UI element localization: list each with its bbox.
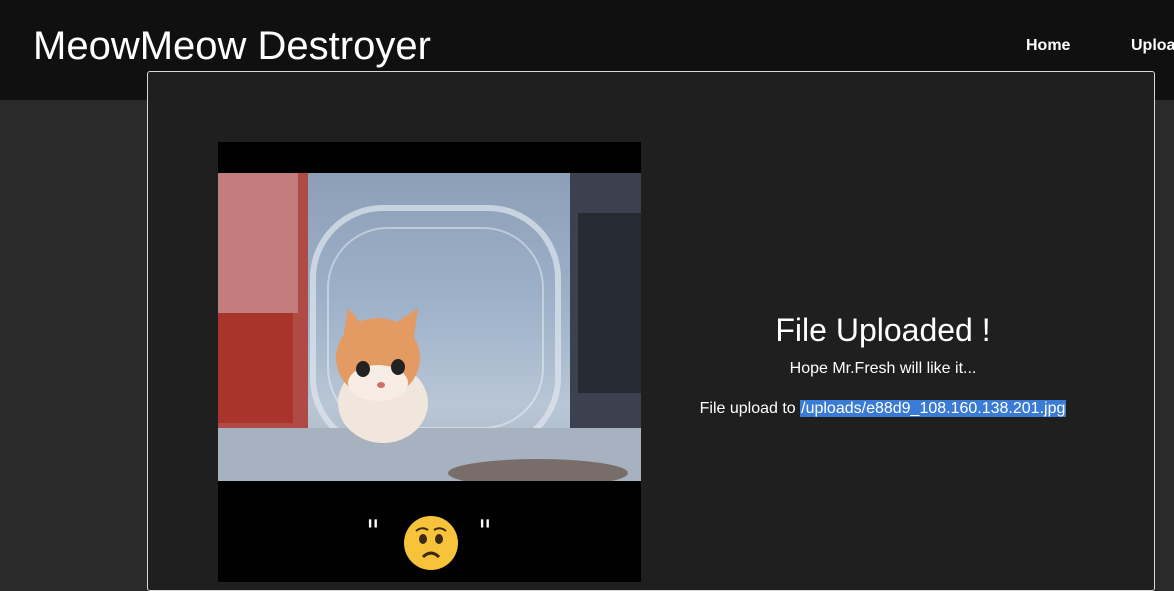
upload-path-label: File upload to bbox=[699, 400, 796, 417]
result-message: Hope Mr.Fresh will like it... bbox=[789, 360, 977, 377]
cat-in-microwave-illustration bbox=[218, 173, 641, 481]
site-brand[interactable]: MeowMeow Destroyer bbox=[33, 20, 431, 72]
worried-face-icon bbox=[403, 515, 459, 571]
result-title: File Uploaded ! bbox=[775, 312, 991, 348]
nav-home-link[interactable]: Home bbox=[1026, 36, 1070, 56]
caption-right-quote: " bbox=[478, 514, 492, 549]
nav-upload-link[interactable]: Upload bbox=[1131, 36, 1174, 56]
upload-path-line: File upload to /uploads/e88d9_108.160.13… bbox=[670, 399, 1096, 419]
caption-left-quote: " bbox=[366, 514, 380, 549]
upload-result: File Uploaded ! Hope Mr.Fresh will like … bbox=[670, 310, 1096, 419]
uploaded-image: " " bbox=[218, 142, 641, 582]
upload-path-link[interactable]: /uploads/e88d9_108.160.138.201.jpg bbox=[800, 400, 1067, 417]
cat-scene-svg bbox=[218, 173, 641, 481]
